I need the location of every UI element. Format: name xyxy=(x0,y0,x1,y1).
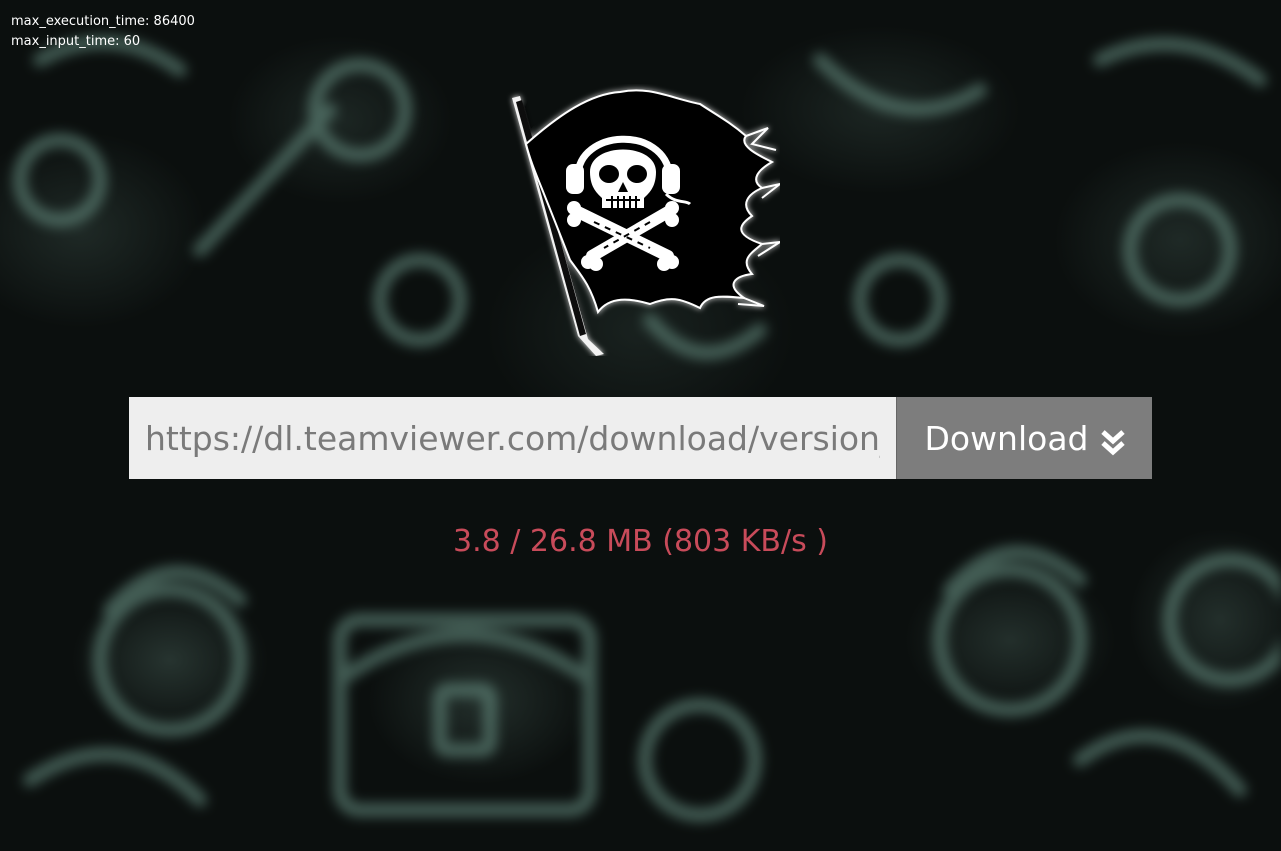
download-progress-text: 3.8 / 26.8 MB (803 KB/s ) xyxy=(453,524,828,559)
debug-line-input-time: max_input_time: 60 xyxy=(11,34,141,49)
double-chevron-down-icon xyxy=(1100,425,1125,456)
download-button-label: Download xyxy=(924,418,1089,458)
url-input[interactable] xyxy=(129,397,896,479)
download-form: Download xyxy=(129,397,1152,479)
pirate-flag-skull-headphones-icon xyxy=(500,84,781,356)
debug-line-execution-time: max_execution_time: 86400 xyxy=(11,14,195,29)
download-button[interactable]: Download xyxy=(896,397,1152,479)
debug-info: max_execution_time: 86400 max_input_time… xyxy=(11,12,195,52)
